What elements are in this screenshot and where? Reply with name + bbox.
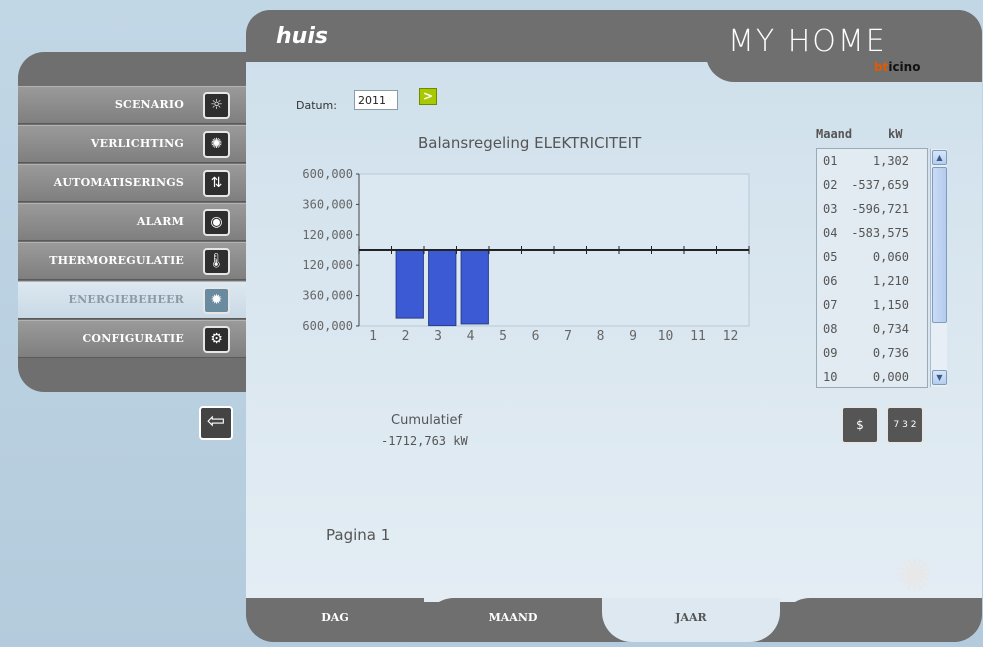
bticino-logo: bticino bbox=[874, 60, 921, 74]
cost-view-button[interactable]: $ bbox=[841, 406, 879, 444]
date-input[interactable] bbox=[354, 90, 398, 110]
sidebar-item-label: VERLICHTING bbox=[90, 137, 184, 150]
y-tick-label: 120,000 bbox=[302, 228, 353, 242]
x-tick-label: 4 bbox=[467, 329, 475, 344]
sidebar-item-label: ALARM bbox=[136, 215, 184, 228]
x-tick-label: 6 bbox=[532, 329, 540, 344]
sidebar-item-label: ENERGIEBEHEER bbox=[68, 293, 184, 306]
x-tick-label: 3 bbox=[434, 329, 442, 344]
x-tick-label: 8 bbox=[597, 329, 605, 344]
page-indicator: Pagina 1 bbox=[326, 526, 391, 544]
list-item[interactable]: 05 0,060 bbox=[817, 245, 911, 269]
x-tick-label: 9 bbox=[629, 329, 637, 344]
main-frame: huis MY HOME bticino Datum: > Balansrege… bbox=[246, 10, 982, 642]
page-title: huis bbox=[276, 24, 328, 49]
list-item[interactable]: 09 0,736 bbox=[817, 341, 911, 365]
list-item[interactable]: 08 0,734 bbox=[817, 317, 911, 341]
shutter-icon: ⇅ bbox=[203, 170, 230, 197]
bar-month-3 bbox=[428, 249, 457, 327]
list-item[interactable]: 07 1,150 bbox=[817, 293, 911, 317]
y-tick-label: 360,000 bbox=[302, 289, 353, 303]
x-tick-label: 12 bbox=[723, 329, 739, 344]
sidebar-item-label: AUTOMATISERINGS bbox=[53, 176, 184, 189]
sidebar-item-alarm[interactable]: ALARM ◉ bbox=[18, 203, 246, 241]
date-label: Datum: bbox=[296, 99, 337, 112]
back-arrow-icon[interactable]: ⇦ bbox=[199, 406, 233, 440]
tab-maand[interactable]: MAAND bbox=[424, 598, 602, 642]
sidebar-item-label: CONFIGURATIE bbox=[82, 332, 184, 345]
x-tick-label: 2 bbox=[402, 329, 410, 344]
tab-bar-filler bbox=[780, 598, 982, 642]
sidebar-item-automatiserings[interactable]: AUTOMATISERINGS ⇅ bbox=[18, 164, 246, 202]
scroll-down-icon[interactable]: ▼ bbox=[932, 370, 947, 385]
x-tick-label: 11 bbox=[690, 329, 706, 344]
list-item[interactable]: 01 1,302 bbox=[817, 149, 911, 173]
y-tick-label: 120,000 bbox=[302, 258, 353, 272]
sidebar-item-thermoregulatie[interactable]: THERMOREGULATIE 🌡 bbox=[18, 242, 246, 280]
sidebar-item-label: THERMOREGULATIE bbox=[49, 254, 184, 267]
month-column-header: Maand bbox=[816, 127, 853, 141]
x-tick-label: 7 bbox=[564, 329, 572, 344]
chart-title: Balansregeling ELEKTRICITEIT bbox=[418, 134, 642, 152]
y-tick-label: 360,000 bbox=[302, 197, 353, 211]
list-item[interactable]: 06 1,210 bbox=[817, 269, 911, 293]
kw-column-header: kW bbox=[888, 127, 903, 141]
list-item[interactable]: 02 -537,659 bbox=[817, 173, 911, 197]
go-button[interactable]: > bbox=[419, 88, 437, 105]
lightbulb-plug-icon: ✺ bbox=[896, 550, 933, 601]
list-item[interactable]: 03 -596,721 bbox=[817, 197, 911, 221]
x-tick-label: 5 bbox=[499, 329, 507, 344]
sidebar-item-energiebeheer[interactable]: ENERGIEBEHEER ✹ bbox=[18, 281, 246, 319]
sort-icon: 7 3 2 bbox=[893, 420, 917, 430]
sort-button[interactable]: 7 3 2 bbox=[886, 406, 924, 444]
cumulative-label: Cumulatief bbox=[391, 413, 463, 428]
bar-month-4 bbox=[460, 249, 489, 325]
cost-icon: $ bbox=[856, 418, 864, 432]
sidebar-item-configuratie[interactable]: CONFIGURATIE ⚙ bbox=[18, 320, 246, 358]
alarm-icon: ◉ bbox=[203, 209, 230, 236]
sidebar-item-verlichting[interactable]: VERLICHTING ✺ bbox=[18, 125, 246, 163]
thermometer-icon: 🌡 bbox=[203, 248, 230, 275]
list-item[interactable]: 04 -583,575 bbox=[817, 221, 911, 245]
bar-month-2 bbox=[395, 249, 424, 319]
lightbulb-icon: ✺ bbox=[203, 131, 230, 158]
x-tick-label: 10 bbox=[658, 329, 674, 344]
scenario-icon: ☼ bbox=[203, 92, 230, 119]
y-tick-label: 600,000 bbox=[302, 167, 353, 181]
x-tick-label: 1 bbox=[369, 329, 377, 344]
energy-icon: ✹ bbox=[203, 287, 230, 314]
scroll-up-icon[interactable]: ▲ bbox=[932, 150, 947, 165]
sidebar-item-scenario[interactable]: SCENARIO ☼ bbox=[18, 86, 246, 124]
scroll-thumb[interactable] bbox=[932, 167, 947, 323]
cumulative-value: -1712,763 kW bbox=[381, 434, 468, 448]
y-tick-label: 600,000 bbox=[302, 319, 353, 333]
myhome-logo: MY HOME bbox=[728, 24, 887, 59]
tab-jaar[interactable]: JAAR bbox=[602, 598, 780, 642]
gear-icon: ⚙ bbox=[203, 326, 230, 353]
scrollbar[interactable]: ▲ ▼ bbox=[930, 149, 947, 387]
balance-chart: 600,000 360,000 120,000 120,000 360,000 600,0… bbox=[302, 167, 750, 344]
month-list[interactable]: 01 1,302 02 -537,659 03 -596,721 04 -583,575… bbox=[816, 148, 928, 388]
tab-dag[interactable]: DAG bbox=[246, 598, 424, 642]
list-item[interactable]: 10 0,000 bbox=[817, 365, 911, 387]
sidebar-item-label: SCENARIO bbox=[114, 98, 184, 111]
